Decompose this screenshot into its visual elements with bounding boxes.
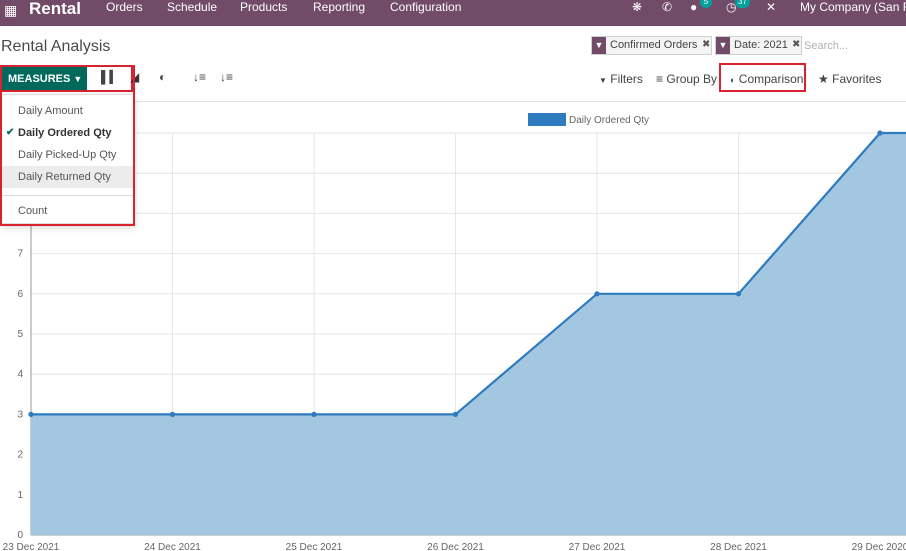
filters-label: Filters bbox=[610, 72, 643, 86]
facet-confirmed-orders[interactable]: ▼ Confirmed Orders ✖ bbox=[591, 36, 712, 55]
x-tick-label: 23 Dec 2021 bbox=[3, 542, 60, 551]
menu-reporting[interactable]: Reporting bbox=[313, 0, 365, 14]
star-icon: ★ bbox=[818, 72, 829, 86]
data-point bbox=[311, 411, 317, 417]
pie-chart-icon[interactable]: ◐ bbox=[159, 70, 166, 90]
y-tick-label: 6 bbox=[17, 289, 23, 300]
sort-ascending-icon[interactable]: ↓≡ bbox=[220, 70, 233, 90]
menu-products[interactable]: Products bbox=[240, 0, 287, 14]
x-tick-label: 24 Dec 2021 bbox=[144, 542, 201, 551]
y-tick-label: 5 bbox=[17, 329, 23, 340]
group-by-button[interactable]: ≡ Group By bbox=[656, 72, 717, 86]
favorites-label: Favorites bbox=[832, 72, 882, 86]
y-tick-label: 1 bbox=[17, 490, 23, 501]
facet-label: Date: 2021 bbox=[734, 39, 788, 51]
y-tick-label: 7 bbox=[17, 249, 23, 260]
highlight-comparison bbox=[719, 63, 806, 92]
sort-descending-icon[interactable]: ↓≡ bbox=[193, 70, 206, 90]
menu-schedule[interactable]: Schedule bbox=[167, 0, 217, 14]
filter-icon: ▼ bbox=[592, 37, 606, 54]
data-point bbox=[169, 411, 176, 417]
data-point bbox=[594, 291, 600, 297]
control-panel: Rental Analysis ▼ Confirmed Orders ✖ ▼ D… bbox=[0, 26, 906, 102]
favorites-button[interactable]: ★ Favorites bbox=[818, 72, 881, 86]
menu-orders[interactable]: Orders bbox=[106, 0, 143, 14]
legend-label: Daily Ordered Qty bbox=[569, 115, 649, 126]
filter-icon: ▼ bbox=[716, 37, 730, 54]
x-tick-label: 26 Dec 2021 bbox=[427, 542, 484, 551]
tools-icon[interactable]: ✕ bbox=[766, 0, 776, 14]
remove-facet-icon[interactable]: ✖ bbox=[702, 39, 710, 50]
highlight-measures-dropdown bbox=[0, 65, 135, 226]
y-tick-label: 0 bbox=[17, 530, 23, 541]
data-point bbox=[28, 411, 34, 417]
phone-icon[interactable]: ✆ bbox=[662, 0, 672, 14]
bug-icon[interactable]: ❋ bbox=[632, 0, 642, 14]
chat-icon[interactable]: ● bbox=[690, 0, 697, 14]
app-name[interactable]: Rental bbox=[29, 0, 81, 19]
y-tick-label: 3 bbox=[17, 409, 23, 420]
apps-icon[interactable]: ▦ bbox=[4, 2, 17, 19]
menu-configuration[interactable]: Configuration bbox=[390, 0, 461, 14]
facet-label: Confirmed Orders bbox=[610, 39, 698, 51]
page-title: Rental Analysis bbox=[1, 38, 111, 55]
group-by-label: Group By bbox=[666, 72, 718, 86]
filter-funnel-icon: ▼ bbox=[599, 76, 607, 85]
area-chart: 01234567891023 Dec 202124 Dec 202125 Dec… bbox=[3, 113, 906, 551]
legend-swatch bbox=[528, 113, 566, 126]
group-by-icon: ≡ bbox=[656, 72, 664, 86]
data-point bbox=[877, 130, 883, 136]
y-tick-label: 4 bbox=[17, 369, 23, 380]
activity-badge: 37 bbox=[735, 0, 750, 8]
remove-facet-icon[interactable]: ✖ bbox=[792, 39, 800, 50]
x-tick-label: 28 Dec 2021 bbox=[710, 542, 767, 551]
search-input[interactable] bbox=[804, 36, 904, 55]
data-point bbox=[452, 411, 459, 417]
chat-badge: 5 bbox=[700, 0, 712, 8]
x-tick-label: 25 Dec 2021 bbox=[286, 542, 343, 551]
top-navbar: ▦ Rental Orders Schedule Products Report… bbox=[0, 0, 906, 26]
data-point bbox=[735, 291, 742, 297]
x-tick-label: 27 Dec 2021 bbox=[569, 542, 626, 551]
facet-date[interactable]: ▼ Date: 2021 ✖ bbox=[715, 36, 802, 55]
company-switcher[interactable]: My Company (San Fra bbox=[800, 0, 906, 14]
y-tick-label: 2 bbox=[17, 450, 23, 461]
filters-button[interactable]: ▼ Filters bbox=[599, 72, 643, 86]
x-tick-label: 29 Dec 2020 bbox=[852, 542, 906, 551]
